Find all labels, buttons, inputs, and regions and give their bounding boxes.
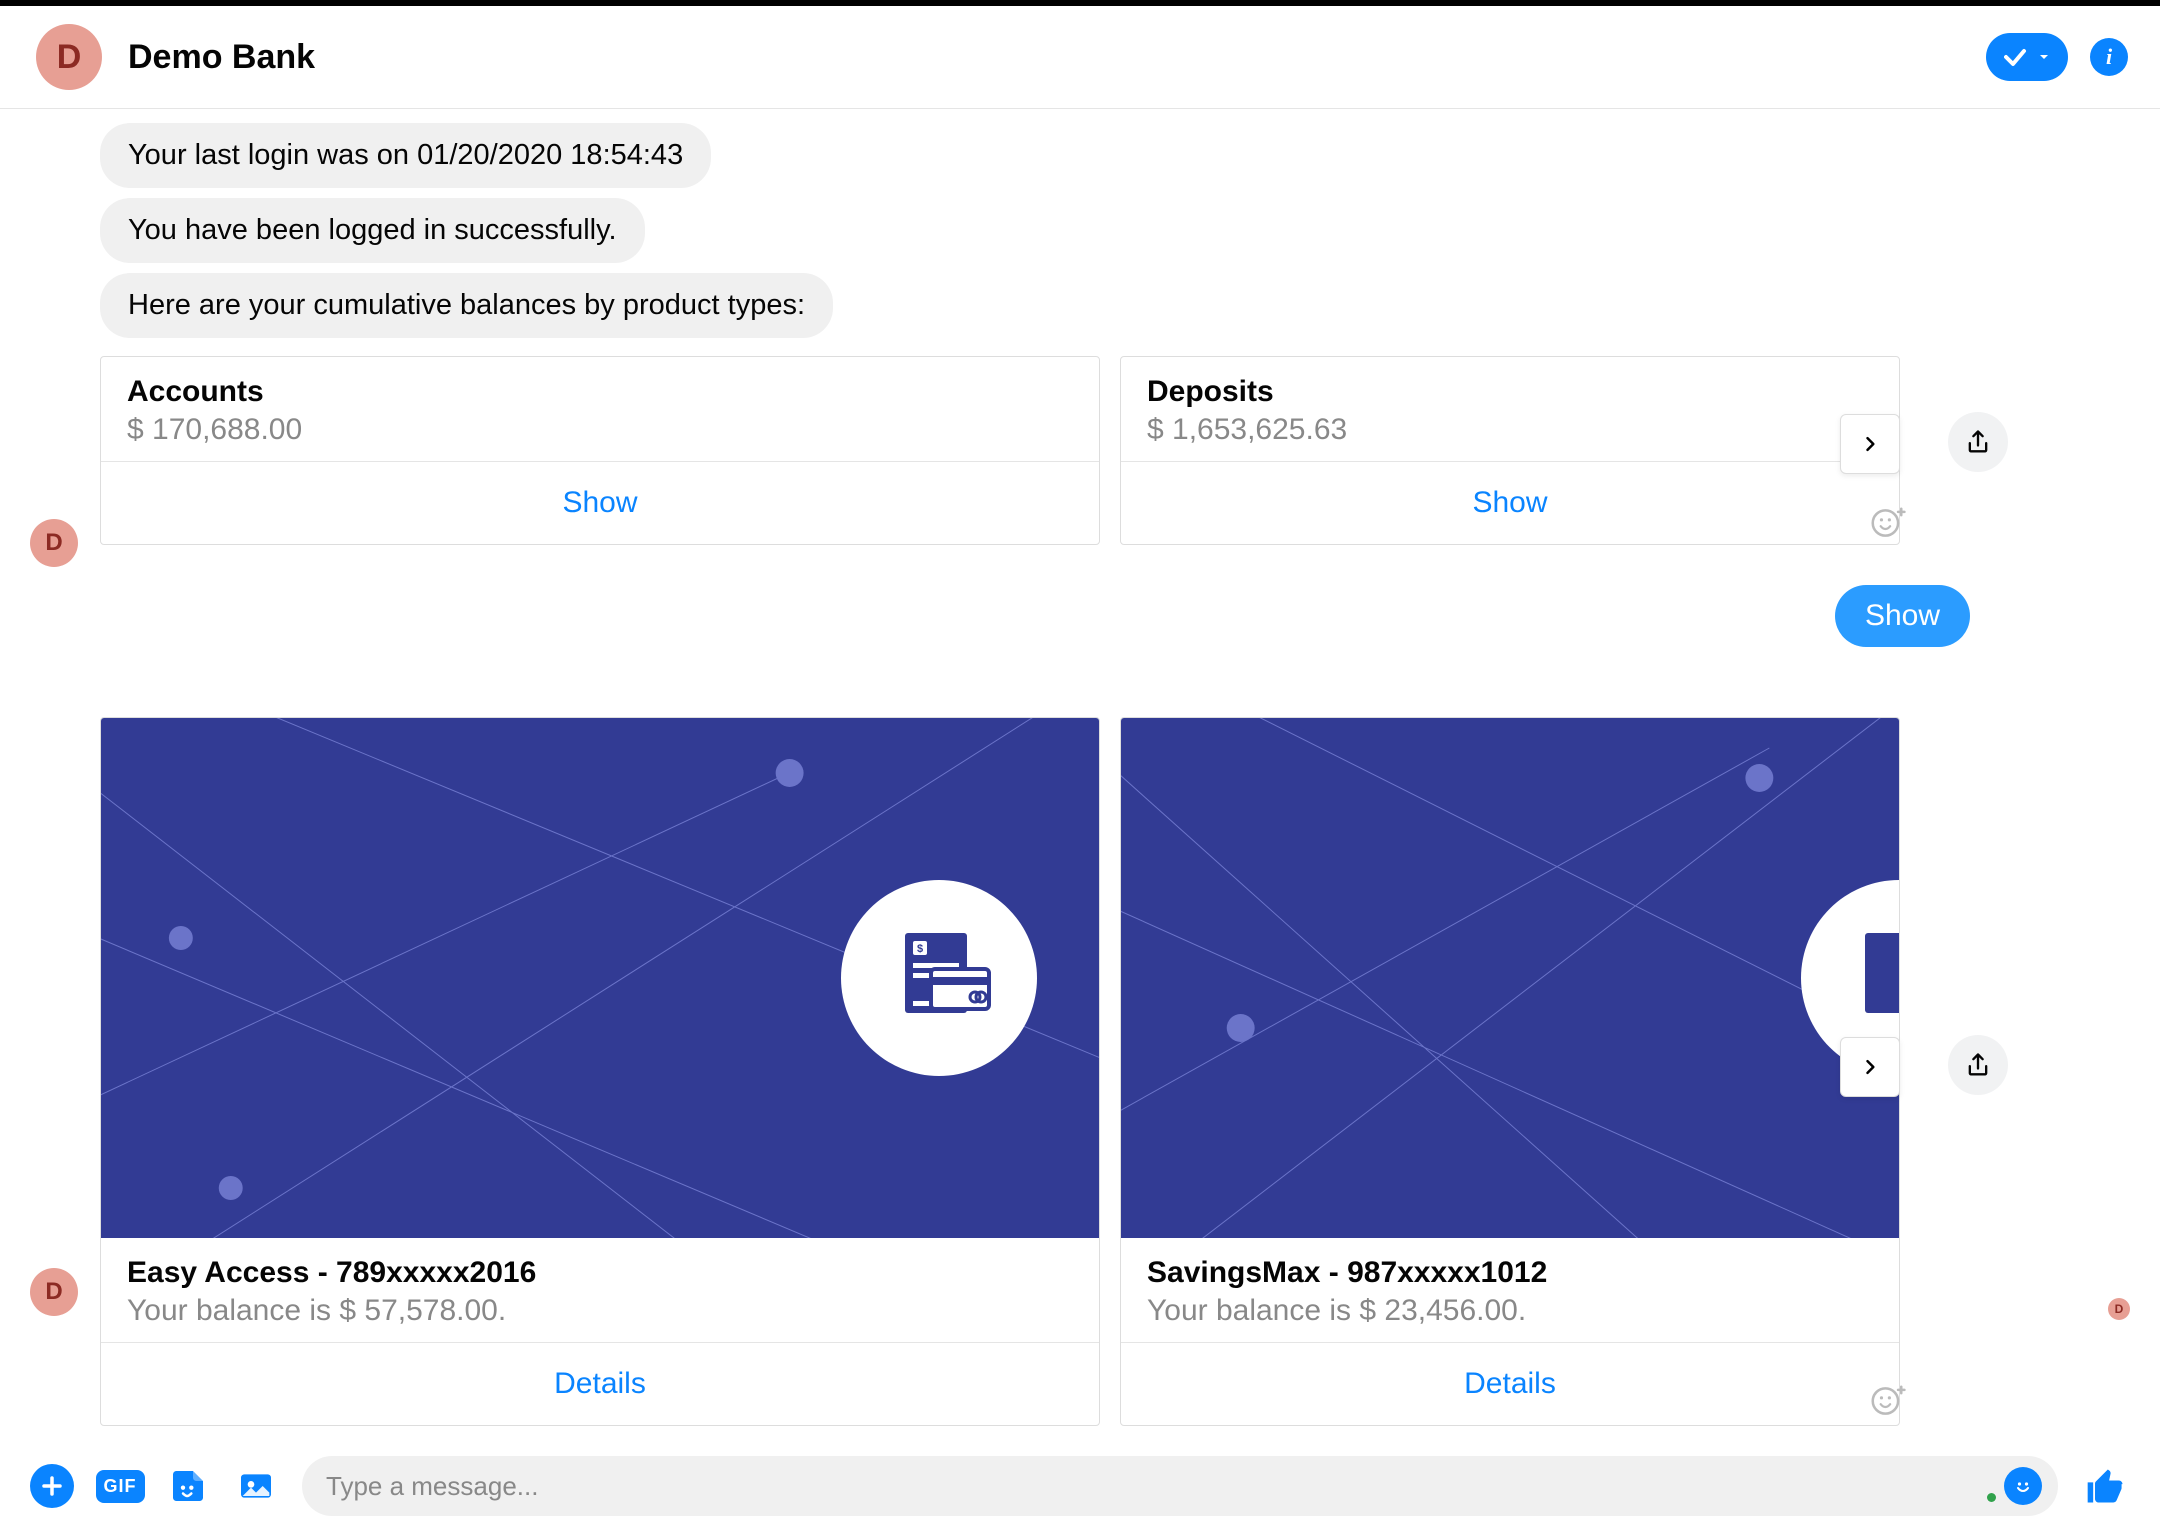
share-icon[interactable] — [1948, 1035, 2008, 1095]
message-input[interactable] — [326, 1471, 2034, 1502]
seen-avatar: D — [2108, 1298, 2130, 1320]
add-reaction-icon[interactable] — [1866, 1380, 1908, 1422]
balance-card-amount: $ 170,688.00 — [127, 413, 1073, 447]
product-card-image: $ — [101, 718, 1099, 1238]
product-card-image — [1121, 718, 1899, 1238]
product-card-sub: Your balance is $ 23,456.00. — [1147, 1294, 1873, 1328]
chat-header: D Demo Bank i — [0, 6, 2160, 109]
product-card-title: SavingsMax - 987xxxxx1012 — [1147, 1256, 1873, 1290]
bot-avatar: D — [30, 1268, 78, 1316]
chat-body: Your last login was on 01/20/2020 18:54:… — [0, 109, 2160, 1440]
product-icon: $ — [841, 880, 1037, 1076]
add-reaction-icon[interactable] — [1866, 502, 1908, 544]
sticker-button[interactable] — [166, 1464, 210, 1508]
balance-card: Deposits $ 1,653,625.63 Show — [1120, 356, 1900, 545]
bot-message: Your last login was on 01/20/2020 18:54:… — [100, 123, 711, 188]
active-status-dot — [1987, 1493, 1996, 1502]
svg-text:$: $ — [917, 943, 923, 955]
add-attachment-button[interactable] — [30, 1464, 74, 1508]
bot-avatar: D — [30, 519, 78, 567]
product-card: $ Easy Access - 789xxxxx2016 Your — [100, 717, 1100, 1426]
balance-card: Accounts $ 170,688.00 Show — [100, 356, 1100, 545]
balance-show-button[interactable]: Show — [101, 461, 1099, 544]
product-card: SavingsMax - 987xxxxx1012 Your balance i… — [1120, 717, 1900, 1426]
avatar[interactable]: D — [36, 24, 102, 90]
like-button[interactable] — [2082, 1462, 2130, 1510]
bot-message: You have been logged in successfully. — [100, 198, 645, 263]
balance-card-amount: $ 1,653,625.63 — [1147, 413, 1873, 447]
product-details-button[interactable]: Details — [1121, 1342, 1899, 1425]
balance-card-title: Accounts — [127, 375, 1073, 409]
carousel-next-button[interactable] — [1840, 1037, 1900, 1097]
share-icon[interactable] — [1948, 412, 2008, 472]
product-card-sub: Your balance is $ 57,578.00. — [127, 1294, 1073, 1328]
balance-show-button[interactable]: Show — [1121, 461, 1899, 544]
info-icon[interactable]: i — [2090, 38, 2128, 76]
message-input-wrap — [302, 1456, 2058, 1516]
gif-button[interactable]: GIF — [98, 1464, 142, 1508]
photo-button[interactable] — [234, 1464, 278, 1508]
user-reply-bubble: Show — [1835, 585, 1970, 647]
user-reply-row: Show — [0, 545, 2160, 687]
product-details-button[interactable]: Details — [101, 1342, 1099, 1425]
verified-dropdown-button[interactable] — [1986, 33, 2068, 81]
carousel-next-button[interactable] — [1840, 414, 1900, 474]
balance-card-title: Deposits — [1147, 375, 1873, 409]
bot-message: Here are your cumulative balances by pro… — [100, 273, 833, 338]
composer: GIF — [0, 1440, 2160, 1538]
chat-title: Demo Bank — [128, 38, 315, 77]
emoji-button[interactable] — [2004, 1467, 2042, 1505]
product-card-title: Easy Access - 789xxxxx2016 — [127, 1256, 1073, 1290]
